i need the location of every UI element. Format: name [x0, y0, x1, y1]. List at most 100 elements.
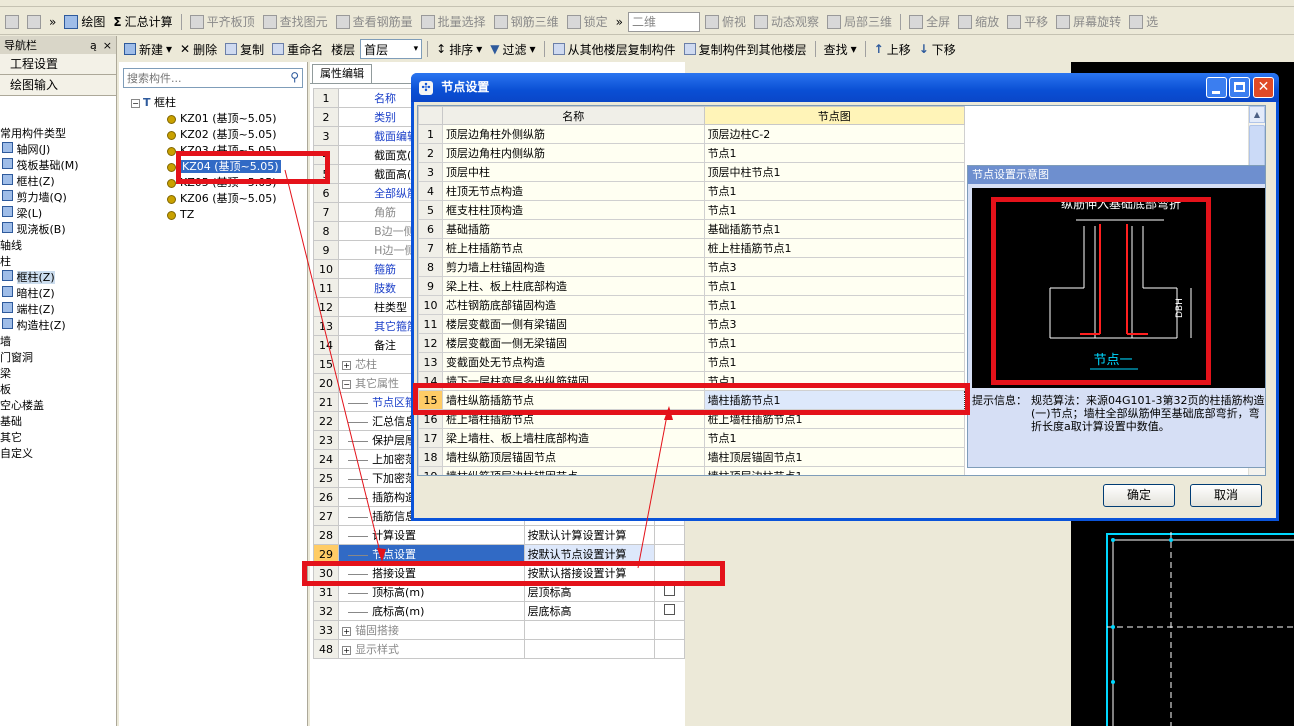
node-row[interactable]: 13 变截面处无节点构造 节点1: [418, 352, 966, 372]
property-value[interactable]: 按默认节点设置计算: [523, 544, 655, 564]
node-row[interactable]: 19墙柱纵筋顶层边柱锚固节点墙柱顶层边柱节点1: [418, 466, 966, 475]
property-row[interactable]: 31 顶标高(m) 层顶标高: [312, 582, 686, 602]
list-item[interactable]: 门窗洞: [0, 350, 116, 366]
sum-button[interactable]: Σ 汇总计算: [110, 12, 175, 32]
property-value[interactable]: 按默认搭接设置计算: [523, 563, 655, 583]
list-item[interactable]: 筏板基础(M): [0, 158, 116, 174]
property-value[interactable]: [523, 639, 655, 659]
node-value[interactable]: 节点1: [703, 181, 966, 201]
list-item[interactable]: 其它: [0, 430, 116, 446]
tree-item[interactable]: TZ: [167, 207, 194, 223]
list-item[interactable]: 暗柱(Z): [0, 286, 116, 302]
node-row[interactable]: 3 顶层中柱 顶层中柱节点1: [418, 162, 966, 182]
project-settings-button[interactable]: 工程设置: [0, 54, 116, 75]
tree-item[interactable]: KZ05 (基顶~5.05): [167, 175, 277, 191]
dynamic-view-button[interactable]: 动态观察: [751, 12, 822, 32]
node-row[interactable]: 12 楼层变截面一侧无梁锚固 节点1: [418, 333, 966, 353]
node-row[interactable]: 14 墙下一层柱变层多出纵筋锚固 节点1: [418, 371, 966, 391]
rename-button[interactable]: 重命名: [269, 39, 326, 59]
list-item[interactable]: 梁(L): [0, 206, 116, 222]
node-row[interactable]: 9 梁上柱、板上柱底部构造 节点1: [418, 276, 966, 296]
list-item[interactable]: 空心楼盖: [0, 398, 116, 414]
node-row[interactable]: 10 芯柱钢筋底部锚固构造 节点1: [418, 295, 966, 315]
node-value[interactable]: 桩上墙柱插筋节点1: [703, 409, 966, 429]
close-button[interactable]: ✕: [1253, 77, 1274, 98]
floor-select[interactable]: 首层 ▾: [360, 39, 423, 59]
attach-checkbox[interactable]: [663, 585, 675, 596]
property-row[interactable]: 28 计算设置 按默认计算设置计算: [312, 525, 686, 545]
node-value[interactable]: 基础插筋节点1: [703, 219, 966, 239]
node-row[interactable]: 6 基础插筋 基础插筋节点1: [418, 219, 966, 239]
list-item[interactable]: 构造柱(Z): [0, 318, 116, 334]
cancel-button[interactable]: 取消: [1190, 484, 1262, 507]
node-value[interactable]: 墙柱顶层锚固节点1: [703, 447, 966, 467]
node-row[interactable]: 18 墙柱纵筋顶层锚固节点 墙柱顶层锚固节点1: [418, 447, 966, 467]
node-value[interactable]: 节点1: [703, 352, 966, 372]
rotate-button[interactable]: 屏幕旋转: [1053, 12, 1124, 32]
filter-button[interactable]: ▼ 过滤 ▾: [487, 39, 538, 59]
expand-icon[interactable]: −: [342, 380, 352, 389]
node-row[interactable]: 5 框支柱柱顶构造 节点1: [418, 200, 966, 220]
node-value[interactable]: 节点3: [703, 314, 966, 334]
tree-item[interactable]: KZ01 (基顶~5.05): [167, 111, 277, 127]
property-value[interactable]: 按默认计算设置计算: [523, 525, 655, 545]
node-value[interactable]: 桩上柱插筋节点1: [703, 238, 966, 258]
list-item[interactable]: 轴线: [0, 238, 116, 254]
property-row[interactable]: 29 节点设置 按默认节点设置计算: [312, 544, 686, 564]
new-button[interactable]: 新建 ▾: [121, 39, 175, 59]
node-row[interactable]: 16 桩上墙柱插筋节点 桩上墙柱插筋节点1: [418, 409, 966, 429]
list-item[interactable]: 基础: [0, 414, 116, 430]
property-row[interactable]: 30 搭接设置 按默认搭接设置计算: [312, 563, 686, 583]
property-value[interactable]: [523, 620, 655, 640]
tab-properties[interactable]: 属性编辑: [312, 64, 372, 84]
expand-icon[interactable]: +: [342, 646, 352, 655]
node-value[interactable]: 节点1: [703, 371, 966, 391]
find-element-button[interactable]: 查找图元: [260, 12, 331, 32]
redo-button[interactable]: [24, 12, 44, 32]
minimize-button[interactable]: [1206, 77, 1227, 98]
node-row[interactable]: 15 墙柱纵筋插筋节点 墙柱插筋节点1: [418, 390, 966, 410]
drawing-input-button[interactable]: 绘图输入: [0, 75, 116, 96]
property-row[interactable]: 33 + 锚固搭接: [312, 620, 686, 640]
search-input[interactable]: [124, 69, 279, 87]
list-item[interactable]: 自定义: [0, 446, 116, 462]
sort-button[interactable]: ↕ 排序 ▾: [433, 39, 485, 59]
node-value[interactable]: 节点1: [703, 143, 966, 163]
ok-button[interactable]: 确定: [1103, 484, 1175, 507]
property-row[interactable]: 48 + 显示样式: [312, 639, 686, 659]
view-mode-select[interactable]: 二维: [628, 11, 701, 32]
list-item[interactable]: 框柱(Z): [0, 270, 116, 286]
tree-item[interactable]: KZ06 (基顶~5.05): [167, 191, 277, 207]
node-value[interactable]: 节点1: [703, 200, 966, 220]
list-item[interactable]: 端柱(Z): [0, 302, 116, 318]
delete-button[interactable]: ✕ 删除: [177, 39, 220, 59]
list-item[interactable]: 常用构件类型: [0, 126, 116, 142]
view-rebar-button[interactable]: 查看钢筋量: [333, 12, 416, 32]
lock-button[interactable]: 锁定: [564, 12, 611, 32]
expand-icon[interactable]: +: [342, 361, 352, 370]
expand-icon[interactable]: +: [342, 627, 352, 636]
tree-item-selected[interactable]: KZ04 (基顶~5.05): [167, 159, 281, 175]
toolbar-overflow-2[interactable]: »: [613, 12, 626, 32]
local-3d-button[interactable]: 局部三维: [824, 12, 895, 32]
list-item[interactable]: 框柱(Z): [0, 174, 116, 190]
flat-top-button[interactable]: 平齐板顶: [187, 12, 258, 32]
node-row[interactable]: 7 桩上柱插筋节点 桩上柱插筋节点1: [418, 238, 966, 258]
property-value[interactable]: 层顶标高: [523, 582, 655, 602]
list-item[interactable]: 板: [0, 382, 116, 398]
rebar-3d-button[interactable]: 钢筋三维: [491, 12, 562, 32]
fullscreen-button[interactable]: 全屏: [906, 12, 953, 32]
copy-button[interactable]: 复制: [222, 39, 267, 59]
node-value[interactable]: 节点1: [703, 428, 966, 448]
tree-item[interactable]: KZ03 (基顶~5.05): [167, 143, 277, 159]
node-row[interactable]: 8 剪力墙上柱锚固构造 节点3: [418, 257, 966, 277]
node-value[interactable]: 墙柱顶层边柱节点1: [703, 466, 966, 475]
search-icon[interactable]: ⚲: [290, 70, 299, 84]
copy-from-floor-button[interactable]: 从其他楼层复制构件: [550, 39, 679, 59]
move-up-button[interactable]: ↑ 上移: [871, 39, 914, 59]
undo-button[interactable]: [2, 12, 22, 32]
top-view-button[interactable]: 俯视: [702, 12, 749, 32]
property-value[interactable]: 层底标高: [523, 601, 655, 621]
node-value[interactable]: 节点3: [703, 257, 966, 277]
zoom-button[interactable]: 缩放: [955, 12, 1002, 32]
